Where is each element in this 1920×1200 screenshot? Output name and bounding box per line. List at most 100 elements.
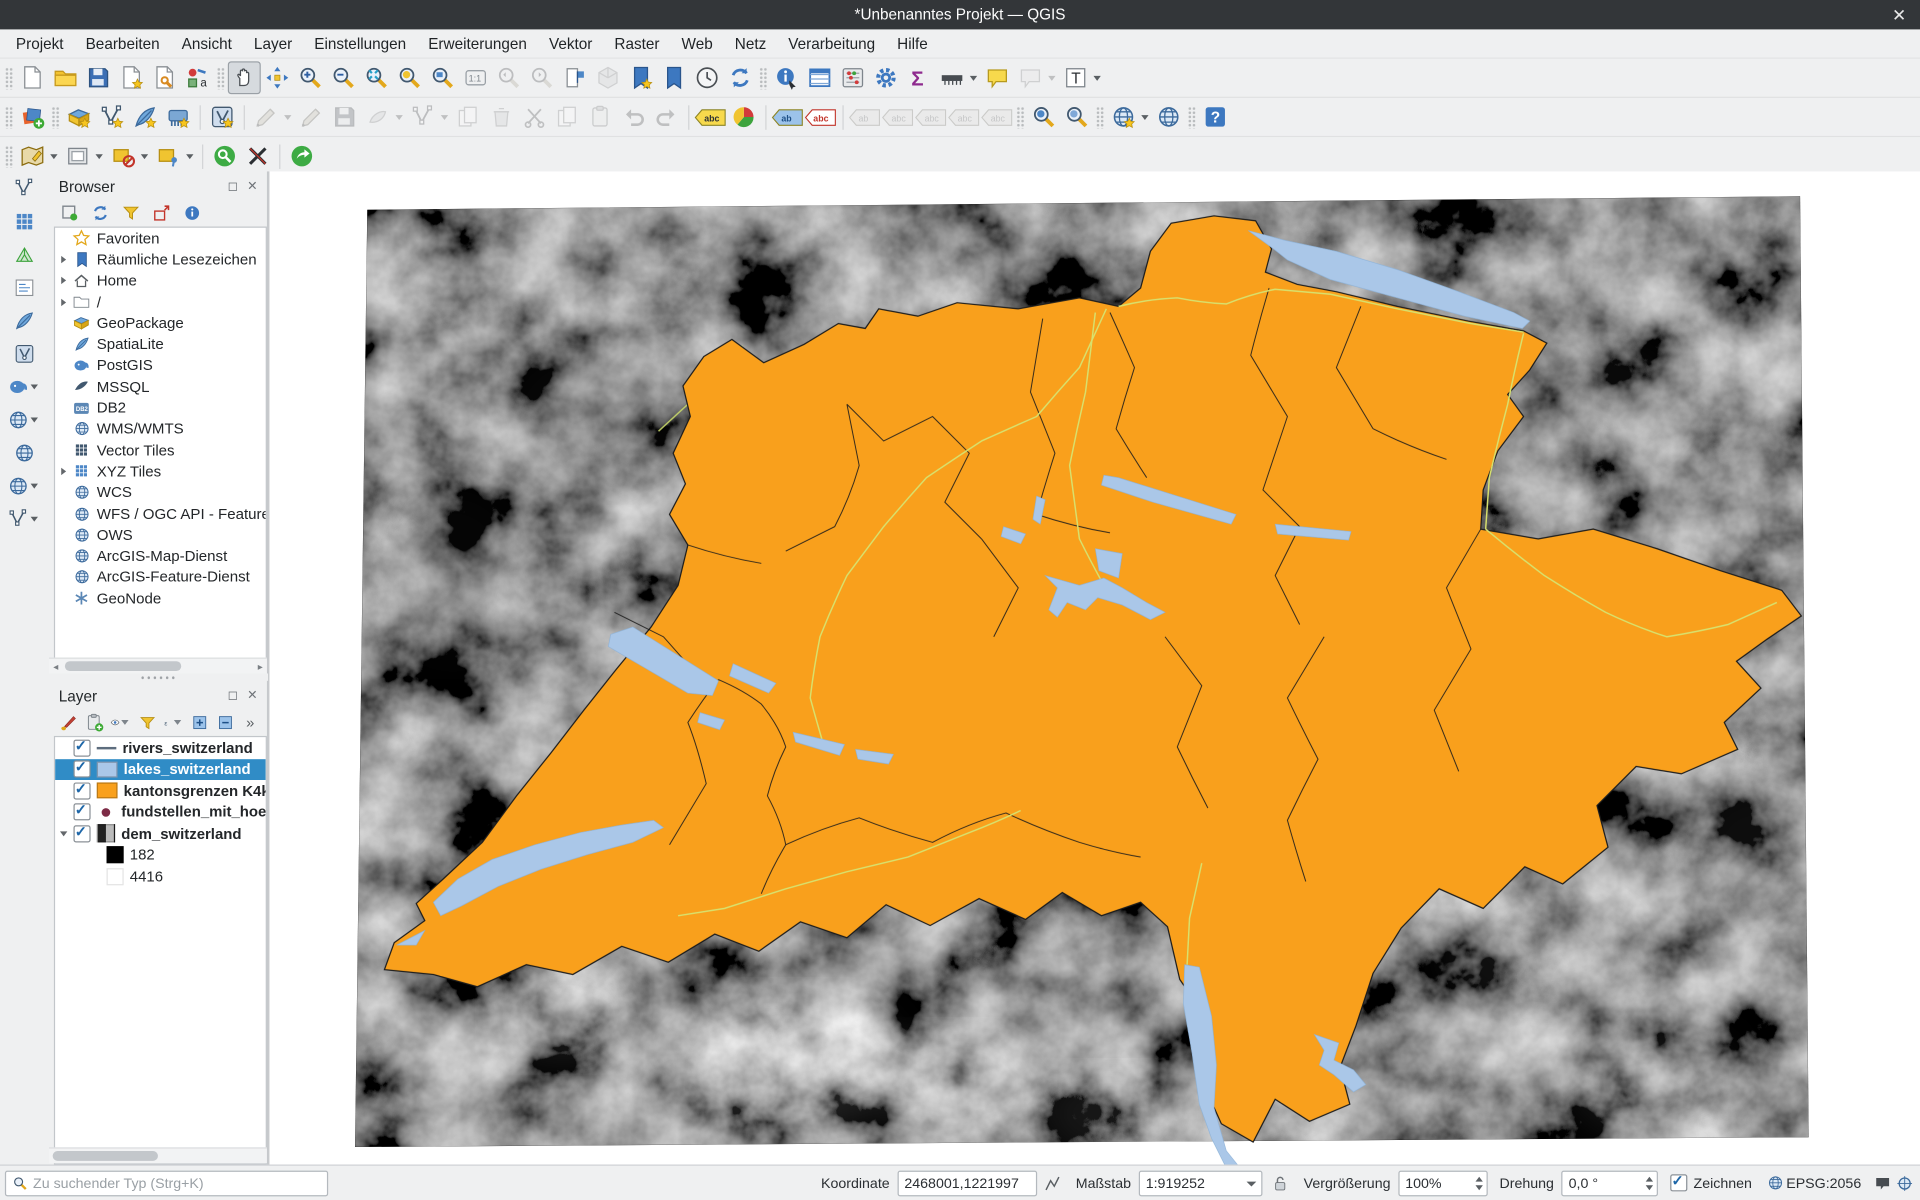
highlight-labels-button[interactable]: abc: [804, 100, 837, 133]
crs-status[interactable]: EPSG:2056: [1786, 1175, 1861, 1191]
raster-class-row[interactable]: 182: [55, 844, 266, 865]
current-edits-button[interactable]: [250, 100, 283, 133]
browser-item-wms[interactable]: WMS/WMTS: [55, 418, 266, 439]
menu-bearbeiten[interactable]: Bearbeiten: [75, 31, 171, 55]
layer-checkbox[interactable]: [73, 804, 90, 821]
layer-checkbox[interactable]: [73, 761, 90, 778]
label-tool-2-button[interactable]: abc: [981, 100, 1014, 133]
resource-sharing-button[interactable]: [285, 140, 318, 173]
toolbar-grip[interactable]: [5, 67, 14, 89]
add-virtual-layer-button[interactable]: [2, 338, 46, 370]
messages-icon[interactable]: [1871, 1172, 1893, 1194]
text-annotation-button[interactable]: T: [1059, 61, 1092, 94]
add-spatialite-layer-button[interactable]: [2, 305, 46, 337]
paste-features-button[interactable]: [584, 100, 617, 133]
bookmark-tools-caret[interactable]: [186, 154, 193, 159]
save-layer-edits-button[interactable]: [328, 100, 361, 133]
close-panel-icon[interactable]: ✕: [245, 689, 260, 704]
filter-legend-button[interactable]: [138, 711, 157, 733]
browser-item-mssql[interactable]: MSSQL: [55, 376, 266, 397]
zoom-native-button[interactable]: 1:1: [459, 61, 492, 94]
rotation-spinbox[interactable]: 0,0 °: [1561, 1170, 1658, 1196]
caret[interactable]: [31, 418, 38, 423]
layer-row-rivers[interactable]: rivers_switzerland: [55, 737, 266, 758]
label-tool-button[interactable]: abc: [948, 100, 981, 133]
refresh-browser-button[interactable]: [89, 202, 111, 224]
render-checkbox[interactable]: [1670, 1174, 1687, 1191]
crs-globe-icon[interactable]: [1764, 1172, 1786, 1194]
menu-netz[interactable]: Netz: [724, 31, 778, 55]
layer-labeling-button[interactable]: abc: [694, 100, 727, 133]
add-wcs-layer-button[interactable]: [2, 437, 46, 469]
filter-browser-button[interactable]: [120, 202, 142, 224]
layer-row-lakes[interactable]: lakes_switzerland: [55, 759, 266, 780]
zoom-to-selection-button[interactable]: [393, 61, 426, 94]
browser-item-geopackage[interactable]: GeoPackage: [55, 312, 266, 333]
help-button[interactable]: ?: [1199, 100, 1232, 133]
cut-features-button[interactable]: [518, 100, 551, 133]
pin-labels-button[interactable]: ab: [771, 100, 804, 133]
map-tips-button[interactable]: [981, 61, 1014, 94]
rotate-label-button[interactable]: abc: [882, 100, 915, 133]
browser-item-home[interactable]: Home: [55, 270, 266, 291]
collapse-all-button[interactable]: [216, 711, 235, 733]
menu-verarbeitung[interactable]: Verarbeitung: [777, 31, 886, 55]
combo-caret-icon[interactable]: [1246, 1181, 1256, 1186]
filter-by-expression-button[interactable]: ε: [163, 711, 185, 733]
new-spatialite-layer-button[interactable]: [129, 100, 162, 133]
float-panel-icon[interactable]: ◻: [225, 689, 240, 704]
undo-button[interactable]: [617, 100, 650, 133]
caret[interactable]: [31, 484, 38, 489]
delete-selected-button[interactable]: [485, 100, 518, 133]
measure-line-button[interactable]: [936, 61, 969, 94]
browser-item-xyz-tiles[interactable]: XYZ Tiles: [55, 461, 266, 482]
georeferencer-button[interactable]: [1107, 100, 1140, 133]
pan-to-selection-button[interactable]: [261, 61, 294, 94]
redo-button[interactable]: [650, 100, 683, 133]
scroll-thumb[interactable]: [53, 1151, 158, 1161]
open-project-button[interactable]: [49, 61, 82, 94]
menu-web[interactable]: Web: [671, 31, 724, 55]
add-wms-layer-button[interactable]: [2, 404, 46, 436]
layer-checkbox[interactable]: [73, 739, 90, 756]
vertex-tool-button[interactable]: [407, 100, 440, 133]
save-project-button[interactable]: [82, 61, 115, 94]
toolbar-grip[interactable]: [5, 106, 14, 128]
title-bar[interactable]: *Unbenanntes Projekt — QGIS ✕: [0, 0, 1920, 29]
toolbar-grip[interactable]: [51, 106, 60, 128]
zoom-next-button[interactable]: [525, 61, 558, 94]
copy-features-button[interactable]: [551, 100, 584, 133]
layers-horizontal-scrollbar[interactable]: [49, 1147, 267, 1163]
layer-row-kantonsgrenzen[interactable]: kantonsgrenzen K4k: [55, 780, 266, 801]
toggle-editing-button[interactable]: [295, 100, 328, 133]
new-annotation-button[interactable]: [1014, 61, 1047, 94]
new-spatial-bookmark-button[interactable]: [624, 61, 657, 94]
field-calculator-button[interactable]: [836, 61, 869, 94]
new-shapefile-layer-button[interactable]: [96, 100, 129, 133]
add-postgis-layer-button[interactable]: [2, 371, 46, 403]
add-delimited-text-layer-button[interactable]: [2, 272, 46, 304]
menu-projekt[interactable]: Projekt: [5, 31, 75, 55]
identify-features-button[interactable]: [770, 61, 803, 94]
browser-item-geonode[interactable]: GeoNode: [55, 588, 266, 609]
new-print-layout-button[interactable]: [115, 61, 148, 94]
browser-item-vector-tiles[interactable]: Vector Tiles: [55, 440, 266, 461]
layout-shortcuts-button[interactable]: [61, 140, 94, 173]
panel-splitter[interactable]: [49, 673, 267, 680]
browser-item-ows[interactable]: OWS: [55, 524, 266, 545]
add-wfs-layer-button[interactable]: [2, 470, 46, 502]
add-arcgis-layer-button[interactable]: [2, 503, 46, 535]
raster-class-row[interactable]: 4416: [55, 866, 266, 887]
data-source-manager-button[interactable]: [16, 100, 49, 133]
menu-erweiterungen[interactable]: Erweiterungen: [417, 31, 538, 55]
coordinate-input[interactable]: 2468001,1221997: [897, 1170, 1037, 1196]
scroll-thumb[interactable]: [65, 661, 181, 671]
zoom-next-pair-button[interactable]: [1060, 100, 1093, 133]
locator-settings-icon[interactable]: [1893, 1172, 1915, 1194]
toolbar-grip[interactable]: [1096, 106, 1105, 128]
measure-dropdown-caret[interactable]: [970, 75, 977, 80]
add-group-button[interactable]: [84, 711, 104, 733]
caret[interactable]: [31, 517, 38, 522]
browser-horizontal-scrollbar[interactable]: ◂ ▸: [49, 658, 267, 674]
spin-down-icon[interactable]: [1646, 1185, 1653, 1190]
